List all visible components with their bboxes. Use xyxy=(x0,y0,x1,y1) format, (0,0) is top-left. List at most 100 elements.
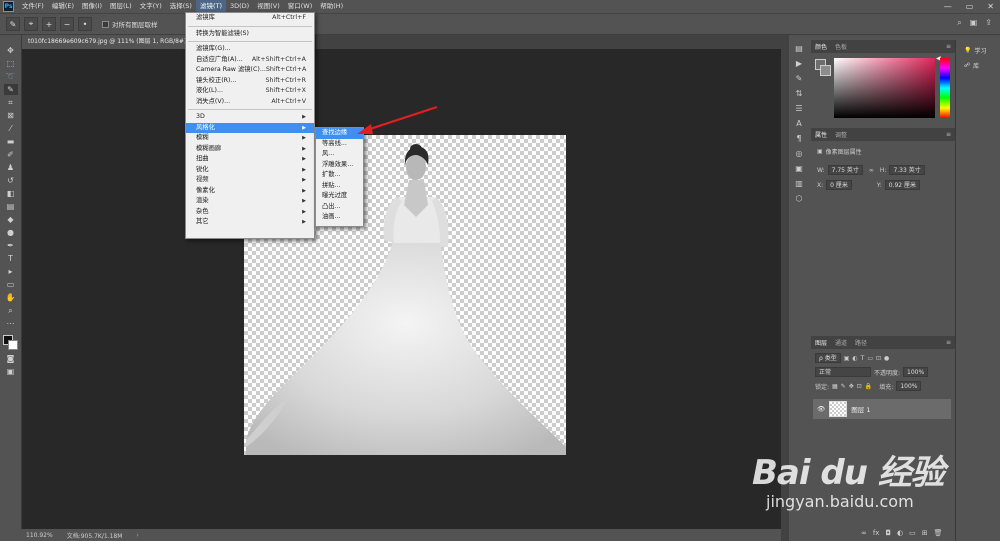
brush-size-icon[interactable]: • xyxy=(78,17,92,31)
filter-menu-item[interactable]: 其它 ▶ xyxy=(186,217,314,228)
brush-preset-icon[interactable]: ✎ xyxy=(6,17,20,31)
stylize-menu-item[interactable]: 浮雕效果... xyxy=(316,160,363,171)
group-icon[interactable]: ▭ xyxy=(909,529,916,537)
stylize-menu-item[interactable]: 风... xyxy=(316,149,363,160)
blur-tool-icon[interactable]: ◆ xyxy=(4,214,18,225)
play-icon[interactable]: ▶ xyxy=(793,59,805,69)
panel-menu-icon[interactable]: ≡ xyxy=(946,131,951,138)
x-field[interactable]: 0 厘米 xyxy=(826,180,852,190)
more-tools-icon[interactable]: ⋯ xyxy=(4,318,18,329)
filter-menu-item[interactable]: 滤镜库 Alt+Ctrl+F xyxy=(186,13,314,24)
status-arrow-icon[interactable]: › xyxy=(136,532,138,539)
adjustment-layer-icon[interactable]: ◐ xyxy=(897,529,903,537)
menu-item[interactable]: 图层(L) xyxy=(106,0,136,13)
panel-menu-icon[interactable]: ≡ xyxy=(946,43,951,50)
menu-item[interactable]: 文字(Y) xyxy=(136,0,166,13)
color-swatches[interactable] xyxy=(2,335,19,351)
brush-tool-icon[interactable]: ✐ xyxy=(4,149,18,160)
filter-menu-item[interactable]: 自适应广角(A)... Alt+Shift+Ctrl+A xyxy=(186,55,314,66)
menu-item[interactable]: 编辑(E) xyxy=(48,0,78,13)
add-mask-icon[interactable]: ◘ xyxy=(885,529,891,537)
panel-background-swatch[interactable] xyxy=(820,65,831,76)
filter-smart-icon[interactable]: ⊡ xyxy=(876,355,881,362)
stylize-menu-item[interactable]: 凸出... xyxy=(316,202,363,213)
info-icon[interactable]: ▣ xyxy=(793,164,805,174)
lock-artboard-icon[interactable]: ⊡ xyxy=(857,383,862,390)
tab-swatches[interactable]: 色板 xyxy=(835,42,847,51)
stylize-menu-item[interactable]: 拼贴... xyxy=(316,181,363,192)
new-selection-icon[interactable]: ⌖ xyxy=(24,17,38,31)
healing-tool-icon[interactable]: ▬ xyxy=(4,136,18,147)
filter-menu-item[interactable]: 扭曲 ▶ xyxy=(186,154,314,165)
menu-item[interactable]: 帮助(H) xyxy=(316,0,347,13)
lock-move-icon[interactable]: ✥ xyxy=(849,383,854,390)
move-tool-icon[interactable]: ✥ xyxy=(4,45,18,56)
filter-menu-item[interactable]: 杂色 ▶ xyxy=(186,207,314,218)
notes-icon[interactable]: ▥ xyxy=(793,179,805,189)
workspace-icon[interactable]: ▣ xyxy=(970,18,978,28)
stylize-menu-item[interactable]: 等高线... xyxy=(316,139,363,150)
filter-toggle-icon[interactable]: ● xyxy=(884,355,889,362)
tab-channels[interactable]: 通道 xyxy=(835,338,847,347)
filter-type-icon[interactable]: T xyxy=(861,355,865,362)
history-brush-icon[interactable]: ↺ xyxy=(4,175,18,186)
tab-paths[interactable]: 路径 xyxy=(855,338,867,347)
width-field[interactable]: 7.75 英寸 xyxy=(827,165,863,175)
cube-icon[interactable]: ⬡ xyxy=(793,194,805,204)
filter-menu-item[interactable]: 锐化 ▶ xyxy=(186,165,314,176)
menu-item[interactable]: 文件(F) xyxy=(18,0,48,13)
filter-menu-item[interactable]: 渲染 ▶ xyxy=(186,196,314,207)
dodge-tool-icon[interactable]: ● xyxy=(4,227,18,238)
blend-mode-select[interactable]: 正常 xyxy=(815,367,871,377)
subtract-selection-icon[interactable]: − xyxy=(60,17,74,31)
trash-icon[interactable]: 🗑 xyxy=(934,529,943,537)
sample-all-layers-checkbox[interactable]: 对所有图层取样 xyxy=(102,19,158,29)
layer-filter-select[interactable]: ρ 类型 xyxy=(815,353,841,363)
filter-menu-item[interactable]: 视频 ▶ xyxy=(186,175,314,186)
lasso-tool-icon[interactable]: ➰ xyxy=(4,71,18,82)
fx-icon[interactable]: fx xyxy=(873,529,880,537)
quick-selection-tool-icon[interactable]: ✎ xyxy=(3,84,18,95)
tab-properties[interactable]: 属性 xyxy=(815,130,827,139)
panel-swatches[interactable] xyxy=(815,59,831,77)
filter-menu-item[interactable]: 模糊 ▶ xyxy=(186,133,314,144)
hue-slider[interactable] xyxy=(940,58,950,118)
document-tab[interactable]: t010fc18669e609c679.jpg @ 111% (图层 1, RG… xyxy=(22,35,199,49)
filter-menu-item[interactable]: 像素化 ▶ xyxy=(186,186,314,197)
filter-menu-item[interactable]: 3D ▶ xyxy=(186,112,314,123)
y-field[interactable]: 0.92 厘米 xyxy=(884,180,921,190)
frame-tool-icon[interactable]: ⊠ xyxy=(4,110,18,121)
filter-menu-item[interactable]: 模糊画廊 ▶ xyxy=(186,144,314,155)
height-field[interactable]: 7.33 英寸 xyxy=(889,165,925,175)
sliders-icon[interactable]: ☰ xyxy=(793,104,805,114)
type-tool-icon[interactable]: T xyxy=(4,253,18,264)
color-field[interactable] xyxy=(834,58,935,118)
eyedropper-tool-icon[interactable]: ⁄ xyxy=(4,123,18,134)
search-icon[interactable]: ⌕ xyxy=(957,18,961,28)
close-icon[interactable]: ✕ xyxy=(987,2,994,11)
link-icon[interactable]: ∞ xyxy=(869,167,874,174)
brush-settings-icon[interactable]: ✎ xyxy=(793,74,805,84)
filter-menu-item[interactable]: 液化(L)... Shift+Ctrl+X xyxy=(186,86,314,97)
glyphs-icon[interactable]: ◎ xyxy=(793,149,805,159)
new-layer-icon[interactable]: ⊞ xyxy=(922,529,928,537)
background-color[interactable] xyxy=(7,340,18,350)
lock-all-icon[interactable]: 🔒 xyxy=(865,383,872,390)
zoom-tool-icon[interactable]: ⌕ xyxy=(4,305,18,316)
crop-tool-icon[interactable]: ⌗ xyxy=(4,97,18,108)
filter-menu-item[interactable]: Camera Raw 滤镜(C)... Shift+Ctrl+A xyxy=(186,65,314,76)
gradient-tool-icon[interactable]: ▤ xyxy=(4,201,18,212)
link-layers-icon[interactable]: ∞ xyxy=(861,529,867,537)
filter-menu-item[interactable]: 消失点(V)... Alt+Ctrl+V xyxy=(186,97,314,108)
screen-mode-icon[interactable]: ▣ xyxy=(4,366,18,377)
shape-tool-icon[interactable]: ▭ xyxy=(4,279,18,290)
minimize-icon[interactable]: — xyxy=(944,2,952,11)
share-icon[interactable]: ⇪ xyxy=(985,18,992,28)
fill-field[interactable]: 100% xyxy=(896,381,922,391)
path-select-tool-icon[interactable]: ▸ xyxy=(4,266,18,277)
panel-menu-icon[interactable]: ≡ xyxy=(946,339,951,346)
opacity-field[interactable]: 100% xyxy=(903,367,929,377)
stylize-menu-item[interactable]: 扩散... xyxy=(316,170,363,181)
tab-layers[interactable]: 图层 xyxy=(815,338,827,347)
tab-color[interactable]: 颜色 xyxy=(815,42,827,51)
